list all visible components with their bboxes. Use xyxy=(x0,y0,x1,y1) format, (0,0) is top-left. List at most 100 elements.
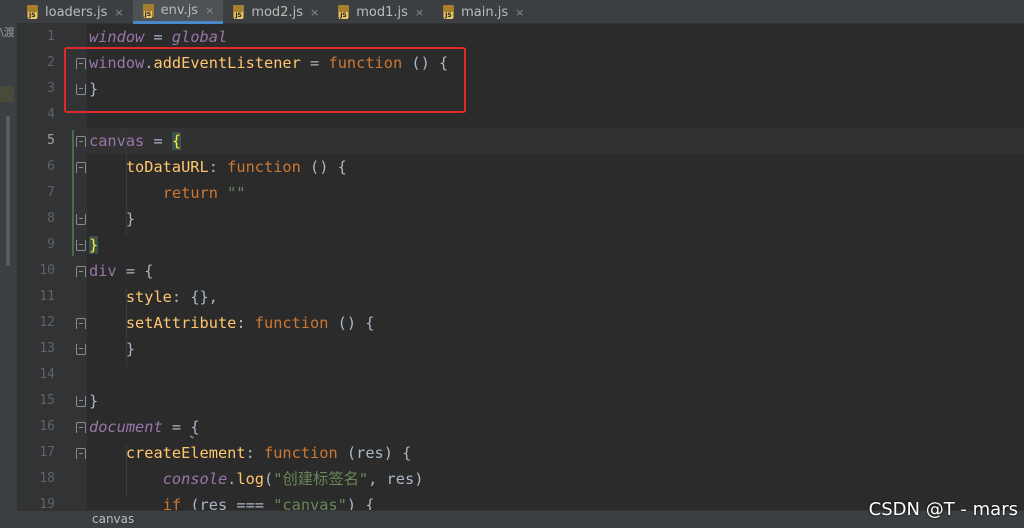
code-token: : xyxy=(208,158,228,176)
code-token: addEventListener xyxy=(153,54,301,72)
code-token: = xyxy=(300,54,329,72)
code-line[interactable]: toDataURL: function () { xyxy=(87,154,1024,180)
code-line[interactable]: } xyxy=(87,232,1024,258)
code-line[interactable]: setAttribute: function () { xyxy=(87,310,1024,336)
code-line[interactable]: console.log("创建标签名", res) xyxy=(87,466,1024,492)
fold-open-icon[interactable] xyxy=(76,318,86,329)
fold-open-icon[interactable] xyxy=(76,58,86,69)
code-token: (res) { xyxy=(337,444,412,462)
tab-mod1-js[interactable]: JS mod1.js × xyxy=(328,0,433,24)
tab-label: mod2.js xyxy=(251,4,303,20)
code-token: global xyxy=(171,28,228,46)
line-number: 3 xyxy=(47,81,55,96)
code-line[interactable]: } xyxy=(87,76,1024,102)
code-line[interactable]: window.addEventListener = function () { xyxy=(87,50,1024,76)
editor-tab-bar: JS loaders.js × JS env.js × JS mod2.js × JS mod1.j… xyxy=(17,0,1024,24)
project-panel-edge: \渡 xyxy=(0,0,17,528)
tab-label: loaders.js xyxy=(45,4,108,20)
code-line[interactable]: window = global xyxy=(87,24,1024,50)
code-token: return xyxy=(162,184,218,202)
code-token: { xyxy=(171,132,182,150)
line-number: 17 xyxy=(39,445,55,460)
code-token: . xyxy=(227,470,237,488)
js-file-icon: JS xyxy=(142,3,156,18)
code-line[interactable]: createElement: function (res) { xyxy=(87,440,1024,466)
fold-open-icon[interactable] xyxy=(76,266,86,277)
fold-open-icon[interactable] xyxy=(76,136,86,147)
code-line[interactable]: } xyxy=(87,206,1024,232)
breadcrumb[interactable]: canvas xyxy=(92,512,134,526)
code-line[interactable]: canvas = { xyxy=(87,128,1024,154)
code-token: () { xyxy=(300,158,347,176)
code-line[interactable]: document = { xyxy=(87,414,1024,440)
js-file-icon: JS xyxy=(233,5,246,19)
code-line[interactable]: div = { xyxy=(87,258,1024,284)
code-token: window xyxy=(89,28,145,46)
line-number: 10 xyxy=(39,263,55,278)
code-token: ( xyxy=(264,470,274,488)
code-token: setAttribute xyxy=(125,314,237,332)
vcs-change-marker[interactable] xyxy=(72,130,74,256)
code-token: : {}, xyxy=(171,288,218,306)
code-token: div xyxy=(89,262,117,280)
js-file-icon: JS xyxy=(27,5,40,19)
close-tab-icon[interactable]: × xyxy=(205,4,214,17)
fold-open-icon[interactable] xyxy=(76,162,86,173)
fold-close-icon[interactable] xyxy=(76,240,86,251)
code-line[interactable] xyxy=(87,362,1024,388)
fold-open-icon[interactable] xyxy=(76,422,86,433)
indent-guide xyxy=(125,132,127,236)
code-line[interactable]: return "" xyxy=(87,180,1024,206)
close-tab-icon[interactable]: × xyxy=(114,6,123,19)
line-number: 4 xyxy=(47,107,55,122)
code-editor[interactable]: window = global window.addEventListener =… xyxy=(87,24,1024,510)
close-tab-icon[interactable]: × xyxy=(415,6,424,19)
line-number: 7 xyxy=(47,185,55,200)
tab-main-js[interactable]: JS main.js × xyxy=(433,0,533,24)
code-token: "" xyxy=(227,184,246,202)
code-line[interactable]: style: {}, xyxy=(87,284,1024,310)
code-line[interactable]: } xyxy=(87,388,1024,414)
code-token: } xyxy=(89,340,136,358)
line-number: 6 xyxy=(47,159,55,174)
line-number: 16 xyxy=(39,419,55,434)
tab-loaders-js[interactable]: JS loaders.js × xyxy=(17,0,133,24)
code-token: , res) xyxy=(368,470,424,488)
code-token: = xyxy=(162,418,191,436)
panel-scrollbar[interactable] xyxy=(6,116,10,266)
code-token: function xyxy=(264,444,338,462)
fold-close-icon[interactable] xyxy=(76,396,86,407)
code-token: toDataURL xyxy=(125,158,209,176)
code-token: (res === xyxy=(181,496,274,510)
indent-guide xyxy=(125,288,127,366)
panel-glyph: \渡 xyxy=(0,26,15,39)
line-number-gutter: 1 2 3 4 5 6 7 8 9 10 11 12 13 14 15 16 17 18 19 xyxy=(17,24,87,512)
code-token: document xyxy=(89,418,163,436)
fold-close-icon[interactable] xyxy=(76,344,86,355)
fold-close-icon[interactable] xyxy=(76,84,86,95)
line-number: 9 xyxy=(47,237,55,252)
code-token: () { xyxy=(328,314,375,332)
close-tab-icon[interactable]: × xyxy=(515,6,524,19)
code-token: "canvas" xyxy=(273,496,347,510)
tab-label: env.js xyxy=(160,3,199,18)
code-line[interactable]: } xyxy=(87,336,1024,362)
code-line[interactable] xyxy=(87,102,1024,128)
line-number: 1 xyxy=(47,29,55,44)
fold-open-icon[interactable] xyxy=(76,448,86,459)
code-token: { xyxy=(190,418,200,436)
line-number: 8 xyxy=(47,211,55,226)
tab-mod2-js[interactable]: JS mod2.js × xyxy=(223,0,328,24)
code-token: = { xyxy=(116,262,154,280)
js-file-icon: JS xyxy=(443,5,456,19)
code-token: console xyxy=(162,470,228,488)
code-token: log xyxy=(236,470,265,488)
tab-env-js[interactable]: JS env.js × xyxy=(132,0,224,24)
code-token: window xyxy=(89,54,145,72)
fold-close-icon[interactable] xyxy=(76,214,86,225)
close-tab-icon[interactable]: × xyxy=(310,6,319,19)
code-token: : xyxy=(245,444,264,462)
